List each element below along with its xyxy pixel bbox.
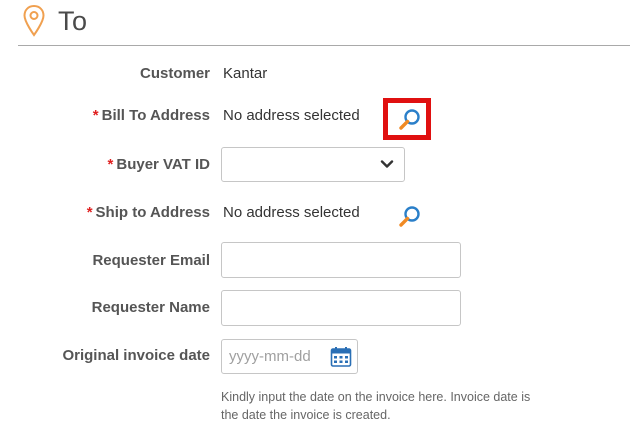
ship-to-search-button[interactable] <box>397 204 423 230</box>
date-placeholder: yyyy-mm-dd <box>229 348 311 365</box>
requester-name-label: Requester Name <box>91 299 210 316</box>
search-icon <box>399 206 420 227</box>
required-marker: * <box>92 107 99 124</box>
original-invoice-date-field[interactable]: yyyy-mm-dd <box>221 339 358 374</box>
original-invoice-date-label: Original invoice date <box>62 347 210 364</box>
bill-to-address-label: * Bill To Address <box>92 107 210 124</box>
ship-to-address-label: * Ship to Address <box>86 204 210 221</box>
map-pin-icon <box>22 4 46 38</box>
requester-email-field[interactable] <box>221 242 461 278</box>
required-marker: * <box>107 156 114 173</box>
buyer-vat-id-label: * Buyer VAT ID <box>107 156 210 173</box>
highlight-box <box>383 98 431 140</box>
calendar-icon[interactable] <box>330 346 352 368</box>
section-divider <box>18 45 630 46</box>
buyer-vat-id-select[interactable] <box>221 147 405 182</box>
requester-email-label: Requester Email <box>92 252 210 269</box>
ship-to-address-value: No address selected <box>223 204 360 221</box>
chevron-down-icon <box>380 160 394 168</box>
requester-name-field[interactable] <box>221 290 461 326</box>
customer-label: Customer <box>139 65 210 82</box>
required-marker: * <box>86 204 93 221</box>
invoice-date-help-text: Kindly input the date on the invoice her… <box>221 390 531 422</box>
bill-to-address-value: No address selected <box>223 107 360 124</box>
customer-value: Kantar <box>223 65 268 82</box>
section-title: To <box>58 6 88 36</box>
